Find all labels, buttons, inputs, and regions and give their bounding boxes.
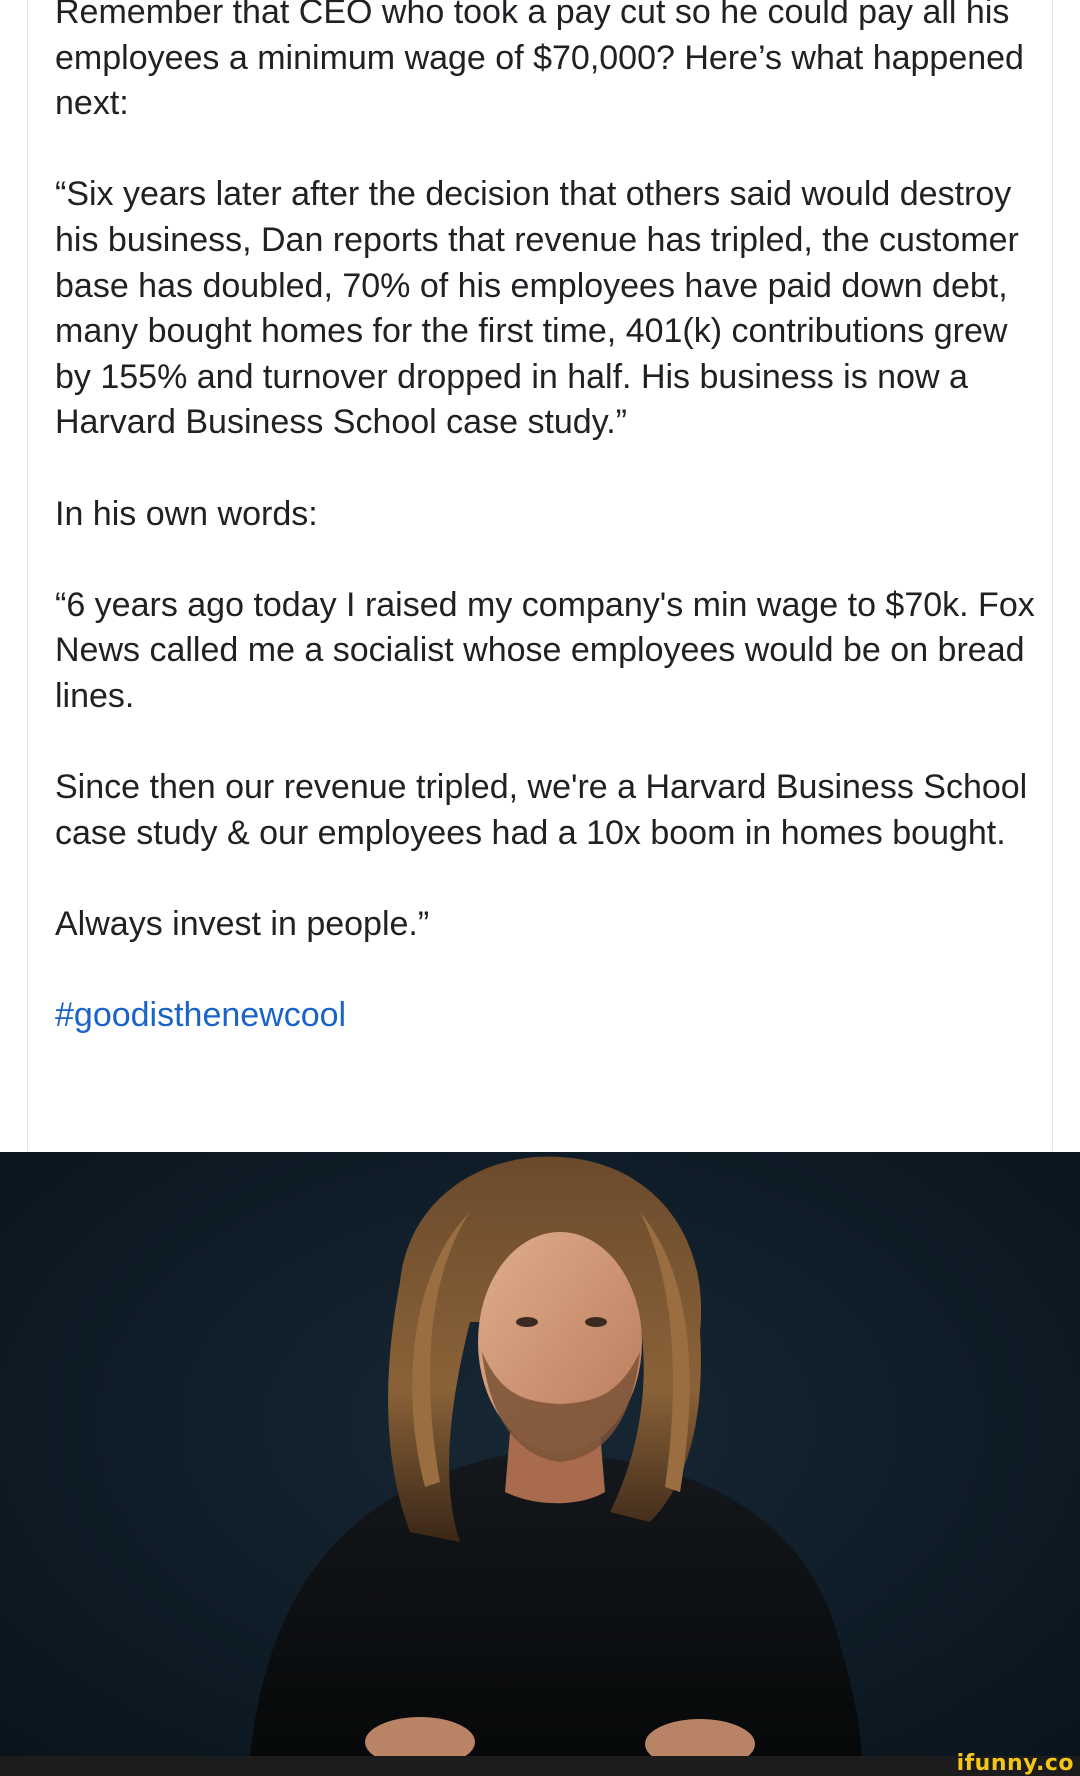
post-body: Remember that CEO who took a pay cut so … (55, 0, 1045, 1084)
post-paragraph-own-words: In his own words: (55, 494, 318, 533)
post-paragraph-invest: Always invest in people.” (55, 904, 430, 943)
post-paragraph-quote: “Six years later after the decision that… (55, 175, 1019, 442)
hashtag-link[interactable]: #goodisthenewcool (55, 993, 1045, 1039)
post-paragraph-since-then: Since then our revenue tripled, we're a … (55, 768, 1028, 852)
post-paragraph-ceo-quote: “6 years ago today I raised my company's… (55, 585, 1035, 715)
post-card: Remember that CEO who took a pay cut so … (27, 0, 1053, 1151)
portrait-photo (0, 1152, 1080, 1756)
eye-left (516, 1317, 538, 1327)
ifunny-watermark: ifunny.co (956, 1751, 1074, 1776)
portrait-illustration (250, 1156, 862, 1756)
eye-right (585, 1317, 607, 1327)
footer-bar (0, 1756, 1080, 1776)
post-paragraph-intro: Remember that CEO who took a pay cut so … (55, 0, 1024, 123)
